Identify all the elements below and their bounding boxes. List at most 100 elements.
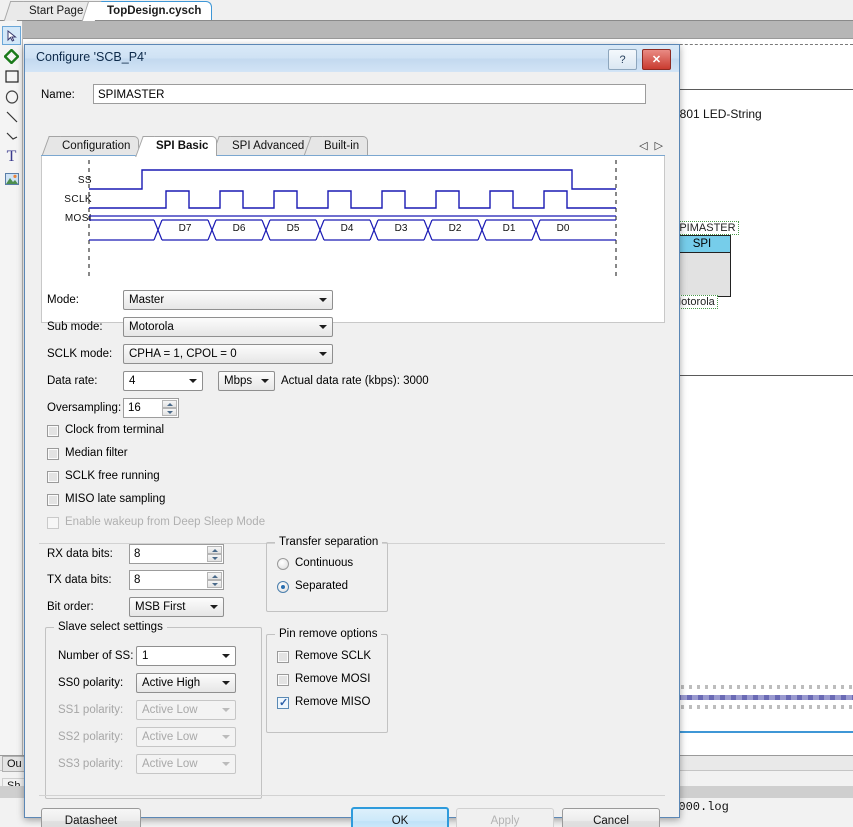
tab-spi-advanced[interactable]: SPI Advanced: [211, 136, 314, 157]
mode-select[interactable]: Master: [123, 290, 333, 310]
stepper-down-icon[interactable]: [207, 554, 222, 562]
stepper-buttons[interactable]: [207, 546, 222, 562]
chevron-down-icon: [261, 379, 269, 383]
checkbox-box[interactable]: [47, 425, 59, 437]
configure-dialog: Configure 'SCB_P4' ? ✕ Name: SPIMASTER C…: [24, 44, 680, 827]
checkbox-label: Remove MISO: [295, 696, 371, 708]
radio-label: Continuous: [295, 557, 354, 569]
pointer-icon[interactable]: [2, 26, 21, 45]
name-input[interactable]: SPIMASTER: [93, 84, 646, 104]
checkbox-label: SCLK free running: [65, 470, 160, 482]
submode-value: Motorola: [129, 321, 174, 333]
radio-button[interactable]: [277, 581, 289, 593]
tab-spi-basic[interactable]: SPI Basic: [135, 136, 218, 157]
editor-tab-topdesign[interactable]: TopDesign.cysch: [81, 1, 213, 21]
sclkmode-select[interactable]: CPHA = 1, CPOL = 0: [123, 344, 333, 364]
actual-data-rate-text: Actual data rate (kbps): 3000: [281, 375, 429, 387]
waveform-bit-d2: D2: [448, 223, 462, 234]
radio-label: Separated: [295, 580, 349, 592]
rx-data-bits-stepper[interactable]: 8: [129, 544, 224, 564]
checkbox-box[interactable]: [47, 471, 59, 483]
checkbox-box[interactable]: [277, 696, 289, 710]
rx-data-bits-label: RX data bits:: [47, 548, 113, 560]
number-of-ss-select[interactable]: 1: [136, 646, 236, 666]
ss1-polarity-value: Active Low: [142, 704, 198, 716]
stepper-up-icon[interactable]: [162, 400, 177, 408]
schematic-dot-row-2: [665, 705, 853, 709]
chevron-down-icon: [222, 708, 230, 712]
radio-button[interactable]: [277, 558, 289, 570]
tab-label: SPI Advanced: [232, 140, 305, 152]
ss2-polarity-select: Active Low: [136, 727, 236, 747]
bit-order-select[interactable]: MSB First: [129, 597, 224, 617]
stepper-up-icon[interactable]: [207, 572, 222, 580]
ellipse-shape-icon[interactable]: [3, 88, 20, 105]
ss3-polarity-label: SS3 polarity:: [58, 758, 124, 770]
text-tool-icon[interactable]: T: [3, 148, 20, 165]
stepper-down-icon[interactable]: [207, 580, 222, 588]
ss0-polarity-select[interactable]: Active High: [136, 673, 236, 693]
chevron-down-icon: [319, 298, 327, 302]
submode-select[interactable]: Motorola: [123, 317, 333, 337]
tab-built-in[interactable]: Built-in: [303, 136, 369, 157]
submode-label: Sub mode:: [47, 321, 103, 333]
tab-skew: [3, 1, 24, 21]
stepper-buttons[interactable]: [207, 572, 222, 588]
image-tool-icon[interactable]: [3, 170, 20, 187]
mode-label: Mode:: [47, 294, 79, 306]
output-tab[interactable]: Ou: [2, 756, 27, 772]
editor-tab-label: Start Page: [29, 5, 84, 17]
dialog-tabstrip: Configuration SPI Basic SPI Advanced Bui…: [41, 134, 665, 157]
oversampling-stepper[interactable]: 16: [123, 398, 179, 418]
transfer-separation-title: Transfer separation: [275, 536, 383, 548]
ss1-polarity-label: SS1 polarity:: [58, 704, 124, 716]
polyline-shape-icon[interactable]: [3, 128, 20, 145]
stepper-buttons[interactable]: [162, 400, 177, 416]
checkbox-box[interactable]: [277, 674, 289, 686]
checkbox-label: Median filter: [65, 447, 128, 459]
rectangle-shape-icon[interactable]: [3, 68, 20, 85]
canvas-toolbar: [23, 20, 853, 39]
ss2-polarity-value: Active Low: [142, 731, 198, 743]
slave-select-title: Slave select settings: [54, 621, 167, 633]
editor-tabstrip: Start Page TopDesign.cysch: [0, 0, 853, 21]
pin-remove-title: Pin remove options: [275, 628, 382, 640]
screen-root: T S2801 LED-String SPIMASTER SPI Motorol…: [0, 0, 853, 827]
close-icon[interactable]: ✕: [642, 49, 671, 70]
datarate-unit-select[interactable]: Mbps: [218, 371, 275, 391]
diamond-shape-icon[interactable]: [3, 48, 20, 65]
checkbox-box[interactable]: [277, 651, 289, 663]
schematic-bus-line: [665, 695, 853, 700]
datasheet-button[interactable]: Datasheet: [41, 808, 141, 827]
help-button[interactable]: ?: [608, 49, 637, 70]
ss3-polarity-select: Active Low: [136, 754, 236, 774]
checkbox-label: Enable wakeup from Deep Sleep Mode: [65, 516, 266, 528]
cancel-button[interactable]: Cancel: [562, 808, 660, 827]
tab-configuration[interactable]: Configuration: [41, 136, 140, 157]
chevron-down-icon: [222, 681, 230, 685]
dialog-titlebar[interactable]: Configure 'SCB_P4' ? ✕: [25, 45, 679, 73]
tab-next-icon[interactable]: ▷: [655, 139, 663, 152]
dialog-body: Name: SPIMASTER Configuration SPI Basic …: [25, 72, 679, 827]
drawing-toolbar: T: [0, 20, 23, 755]
schematic-dot-row: [665, 685, 853, 689]
stepper-down-icon[interactable]: [162, 408, 177, 416]
tx-data-bits-stepper[interactable]: 8: [129, 570, 224, 590]
name-label: Name:: [41, 89, 75, 101]
line-shape-icon[interactable]: [3, 108, 20, 125]
checkbox-box: [47, 517, 59, 529]
stepper-up-icon[interactable]: [207, 546, 222, 554]
ss1-polarity-select: Active Low: [136, 700, 236, 720]
rx-data-bits-value: 8: [134, 548, 141, 560]
checkbox-box[interactable]: [47, 448, 59, 460]
schematic-spi-component[interactable]: SPI: [673, 235, 731, 297]
datarate-select[interactable]: 4: [123, 371, 203, 391]
tab-prev-icon[interactable]: ◁: [639, 139, 647, 152]
editor-tab-label: TopDesign.cysch: [107, 5, 202, 17]
waveform-bit-d6: D6: [232, 223, 246, 234]
checkbox-box[interactable]: [47, 494, 59, 506]
pin-remove-group: Pin remove options Remove SCLK Remove MO…: [266, 628, 388, 733]
ss0-polarity-value: Active High: [142, 677, 201, 689]
slave-select-group: Slave select settings Number of SS: 1 SS…: [45, 621, 262, 799]
ok-button[interactable]: OK: [351, 807, 449, 827]
